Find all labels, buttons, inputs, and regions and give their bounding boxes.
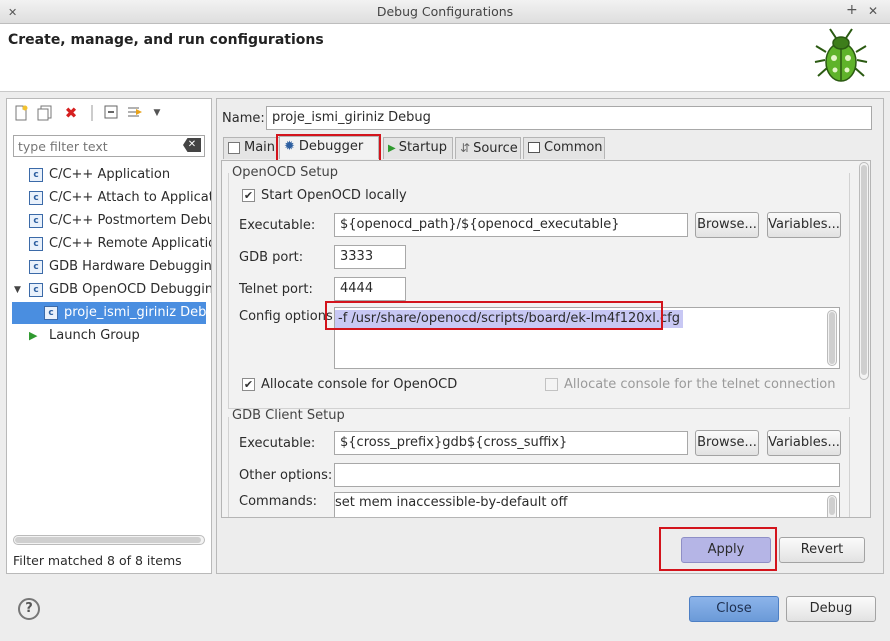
gdb-port-label: GDB port: xyxy=(239,250,304,265)
tab-content-scrollbar[interactable] xyxy=(859,162,869,380)
debugger-tab-annotation xyxy=(276,134,381,162)
tree-item-gdb-openocd[interactable]: c GDB OpenOCD Debugging xyxy=(29,279,211,301)
launch-group-icon: ▶ xyxy=(29,329,38,342)
tree-item-project-debug[interactable]: c proje_ismi_giriniz Debug xyxy=(12,302,206,324)
config-options-scrollbar[interactable] xyxy=(827,310,837,366)
close-window-icon[interactable]: ✕ xyxy=(868,4,878,18)
openocd-browse-button[interactable]: Browse... xyxy=(695,212,759,238)
help-icon[interactable]: ? xyxy=(18,598,40,620)
startup-icon: ▶ xyxy=(388,143,396,154)
filter-config-icon[interactable] xyxy=(127,105,143,121)
telnet-port-input[interactable]: 4444 xyxy=(334,277,406,301)
new-config-icon[interactable] xyxy=(13,105,29,121)
apply-annotation xyxy=(659,527,777,571)
tree-item-label: C/C++ Remote Application xyxy=(49,236,211,251)
c-config-icon: c xyxy=(29,282,43,297)
openocd-executable-input[interactable]: ${openocd_path}/${openocd_executable} xyxy=(334,213,688,237)
tab-label: Startup xyxy=(398,140,447,155)
filter-input[interactable] xyxy=(14,136,179,156)
filter-field[interactable]: ✕ xyxy=(13,135,205,157)
commands-text: set mem inaccessible-by-default off xyxy=(335,495,568,510)
gdb-browse-button[interactable]: Browse... xyxy=(695,430,759,456)
delete-config-icon[interactable]: ✖ xyxy=(63,105,79,121)
c-config-icon: c xyxy=(29,213,43,228)
dialog-header: Create, manage, and run configurations xyxy=(0,24,890,92)
start-openocd-checkbox[interactable]: ✔ Start OpenOCD locally xyxy=(242,188,407,203)
other-options-label: Other options: xyxy=(239,468,333,483)
pin-icon[interactable]: + xyxy=(846,2,858,18)
tree-item-cpp-postmortem[interactable]: c C/C++ Postmortem Debugger xyxy=(29,210,211,232)
tree-item-gdb-hardware[interactable]: c GDB Hardware Debugging xyxy=(29,256,211,278)
tree-item-label: proje_ismi_giriniz Debug xyxy=(64,305,206,320)
checkbox-disabled-icon xyxy=(545,378,558,391)
tree-item-label: GDB OpenOCD Debugging xyxy=(49,282,211,297)
other-options-input[interactable] xyxy=(334,463,840,487)
debug-button[interactable]: Debug xyxy=(786,596,876,622)
collapse-all-icon[interactable] xyxy=(103,105,119,121)
telnet-port-label: Telnet port: xyxy=(239,282,313,297)
checkbox-checked-icon: ✔ xyxy=(242,189,255,202)
config-options-annotation xyxy=(325,301,663,330)
debugger-tab-content: OpenOCD Setup ✔ Start OpenOCD locally Exe… xyxy=(221,160,871,518)
allocate-telnet-checkbox: Allocate console for the telnet connecti… xyxy=(545,377,836,392)
c-config-icon: c xyxy=(29,190,43,205)
main-tab-icon xyxy=(228,141,240,154)
tab-common[interactable]: Common xyxy=(523,137,605,159)
checkbox-label: Allocate console for the telnet connecti… xyxy=(564,377,836,392)
tab-label: Main xyxy=(244,140,276,155)
tab-source[interactable]: ⇵ Source xyxy=(455,137,521,159)
openocd-executable-label: Executable: xyxy=(239,218,316,233)
tree-item-label: C/C++ Application xyxy=(49,167,171,182)
tab-startup[interactable]: ▶ Startup xyxy=(383,137,453,159)
gdb-port-input[interactable]: 3333 xyxy=(334,245,406,269)
checkbox-checked-icon: ✔ xyxy=(242,378,255,391)
openocd-group-frame xyxy=(228,173,850,409)
tab-main[interactable]: Main xyxy=(223,137,281,159)
commands-textarea[interactable]: set mem inaccessible-by-default off xyxy=(334,492,840,517)
commands-scrollbar[interactable] xyxy=(827,495,837,517)
gdb-executable-input[interactable]: ${cross_prefix}gdb${cross_suffix} xyxy=(334,431,688,455)
c-config-icon: c xyxy=(29,259,43,274)
clear-filter-icon[interactable]: ✕ xyxy=(183,138,201,152)
name-input[interactable]: proje_ismi_giriniz Debug xyxy=(266,106,872,130)
c-config-icon: c xyxy=(29,236,43,251)
source-icon: ⇵ xyxy=(460,141,471,155)
tree-item-cpp-application[interactable]: c C/C++ Application xyxy=(29,164,211,186)
tab-label: Common xyxy=(544,140,603,155)
commands-label: Commands: xyxy=(239,494,317,509)
revert-button[interactable]: Revert xyxy=(779,537,865,563)
gdb-variables-button[interactable]: Variables... xyxy=(767,430,841,456)
window-titlebar: ✕ Debug Configurations + ✕ xyxy=(0,0,890,24)
c-config-icon: c xyxy=(44,305,58,320)
window-title: Debug Configurations xyxy=(376,4,514,19)
chevron-down-icon[interactable]: ▼ xyxy=(149,105,165,121)
tree-item-label: C/C++ Postmortem Debugger xyxy=(49,213,211,228)
tree-item-label: C/C++ Attach to Application xyxy=(49,190,211,205)
tree-horizontal-scrollbar[interactable] xyxy=(13,535,205,545)
tree-item-cpp-remote[interactable]: c C/C++ Remote Application xyxy=(29,233,211,255)
tab-label: Source xyxy=(473,141,518,156)
duplicate-config-icon[interactable] xyxy=(37,105,53,121)
tree-item-label: Launch Group xyxy=(49,328,140,343)
collapse-arrow-icon[interactable]: ▼ xyxy=(14,279,21,301)
tree-item-cpp-attach[interactable]: c C/C++ Attach to Application xyxy=(29,187,211,209)
common-icon xyxy=(528,142,540,153)
c-config-icon: c xyxy=(29,167,43,182)
checkbox-label: Allocate console for OpenOCD xyxy=(261,377,458,392)
name-label: Name: xyxy=(222,111,265,126)
tree-item-label: GDB Hardware Debugging xyxy=(49,259,211,274)
bug-icon xyxy=(814,28,868,82)
configuration-editor-pane: Name: proje_ismi_giriniz Debug Main ✹ Deb… xyxy=(216,98,884,574)
filter-status: Filter matched 8 of 8 items xyxy=(13,553,182,568)
toolbar-separator xyxy=(91,105,93,121)
configuration-tree-pane: ✖ ▼ ✕ c C/C++ Application c C/C++ Attach t… xyxy=(6,98,212,574)
openocd-variables-button[interactable]: Variables... xyxy=(767,212,841,238)
dialog-title: Create, manage, and run configurations xyxy=(8,32,324,48)
gdb-executable-label: Executable: xyxy=(239,436,316,451)
allocate-console-checkbox[interactable]: ✔ Allocate console for OpenOCD xyxy=(242,377,457,392)
tree-item-launch-group[interactable]: ▶ Launch Group xyxy=(29,325,211,347)
checkbox-label: Start OpenOCD locally xyxy=(261,188,407,203)
config-options-label: Config options: xyxy=(239,309,338,324)
close-button[interactable]: Close xyxy=(689,596,779,622)
